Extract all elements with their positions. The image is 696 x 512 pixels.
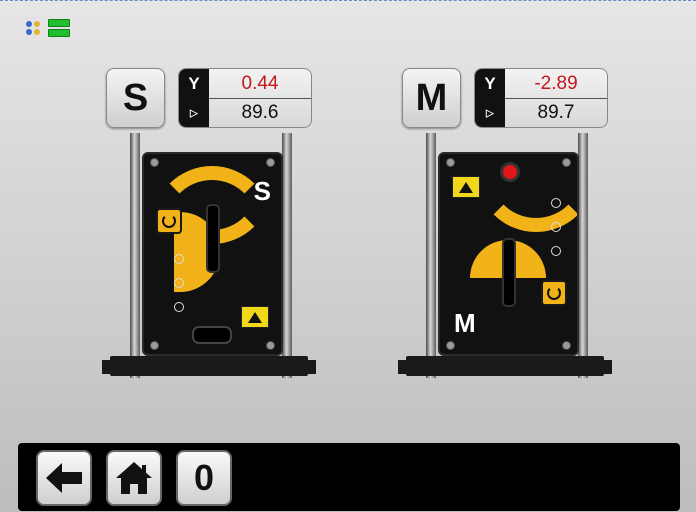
angle-symbol: ▹ (475, 98, 505, 127)
rod-left (426, 133, 436, 378)
y-symbol: Y (179, 69, 209, 98)
laser-slot (502, 238, 516, 307)
unit-s-face-letter: S (253, 176, 271, 206)
battery-icon (48, 19, 70, 37)
rod-right (282, 133, 292, 378)
home-button[interactable] (106, 450, 162, 506)
unit-s-label-button[interactable]: S (106, 68, 165, 128)
charge-indicator-icon (174, 302, 184, 312)
bottom-toolbar: 0 (18, 443, 680, 511)
laser-warning-icon (452, 176, 480, 198)
top-border (0, 0, 696, 2)
unit-m-readout: Y -2.89 ▹ 89.7 (474, 68, 608, 128)
unit-m-label-button[interactable]: M (402, 68, 461, 128)
unit-s-base (102, 356, 316, 376)
unit-m-y-value: -2.89 (505, 69, 607, 99)
laser-warning-icon (241, 306, 269, 328)
bluetooth-indicator-icon (551, 222, 561, 232)
unit-s-body: S (142, 152, 283, 356)
power-indicator-icon (551, 198, 561, 208)
window-oval (192, 326, 232, 344)
power-button[interactable] (156, 208, 182, 234)
angle-symbol: ▹ (179, 98, 209, 127)
laser-slot (206, 204, 220, 273)
home-icon (116, 462, 152, 494)
power-button[interactable] (541, 280, 567, 306)
status-bar (26, 19, 70, 37)
rod-right (578, 133, 588, 378)
unit-m-face-letter: M (454, 308, 476, 338)
rod-left (130, 133, 140, 378)
unit-m-base (398, 356, 612, 376)
back-button[interactable] (36, 450, 92, 506)
arrow-left-icon (46, 463, 82, 493)
unit-m-angle-value: 89.7 (537, 101, 575, 123)
charge-indicator-icon (551, 246, 561, 256)
unit-s-y-value: 0.44 (209, 69, 311, 99)
y-symbol: Y (475, 69, 505, 98)
unit-m-body: M (438, 152, 579, 356)
counter-label: 0 (193, 457, 215, 498)
bluetooth-icon (26, 21, 40, 35)
unit-s-angle-value: 89.6 (241, 101, 279, 123)
power-indicator-icon (174, 254, 184, 264)
counter-button[interactable]: 0 (176, 450, 232, 506)
unit-s: S Y 0.44 ▹ 89.6 S (102, 68, 316, 378)
bluetooth-indicator-icon (174, 278, 184, 288)
unit-m: M Y -2.89 ▹ 89.7 M (398, 68, 612, 378)
unit-s-readout: Y 0.44 ▹ 89.6 (178, 68, 312, 128)
